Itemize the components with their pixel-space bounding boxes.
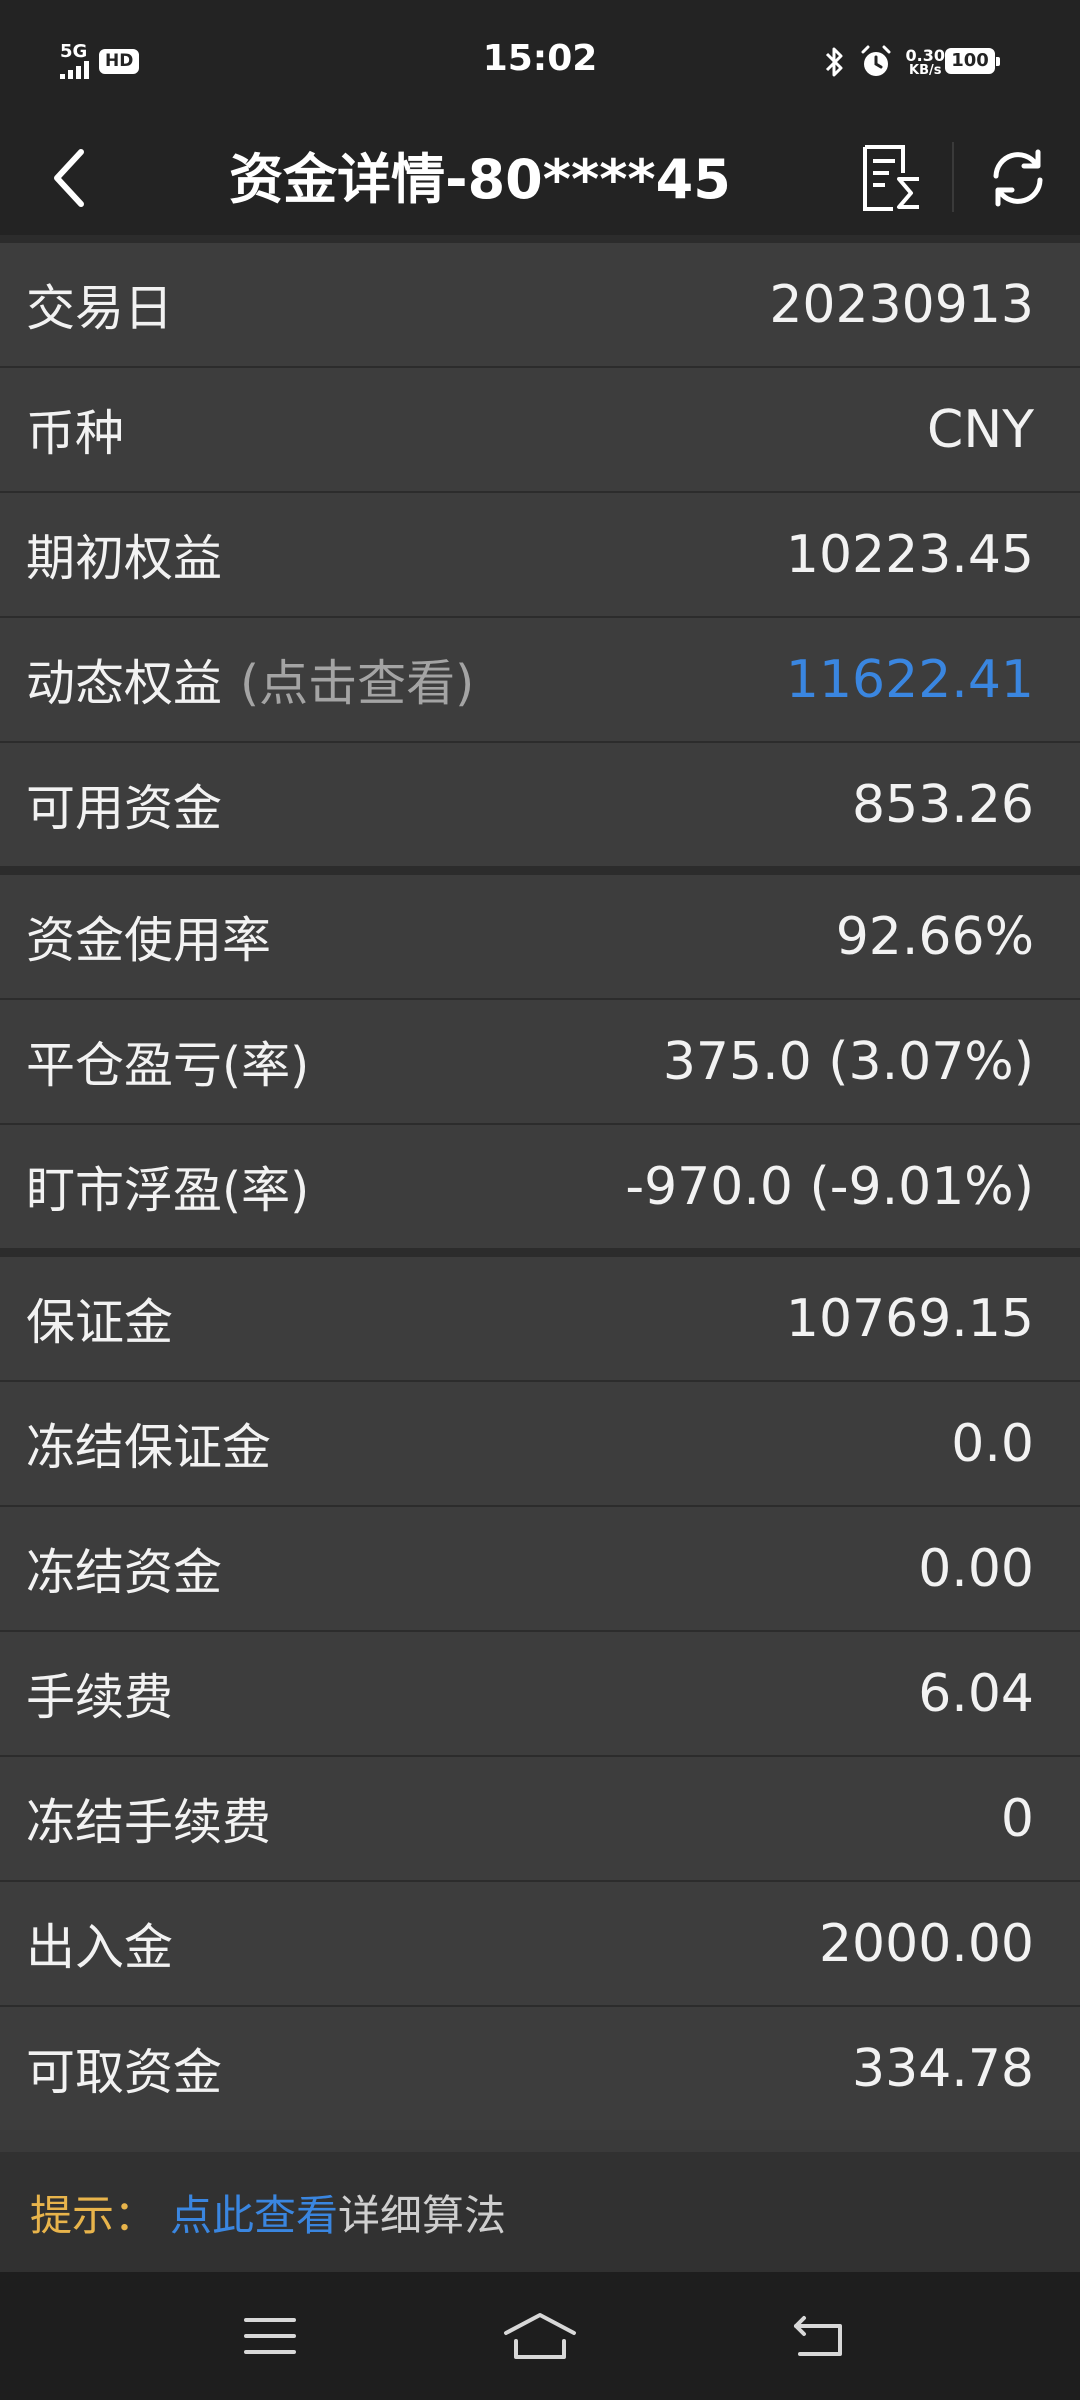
row-frozen-margin: 冻结保证金 0.0 bbox=[0, 1380, 1080, 1505]
row-frozen-commission: 冻结手续费 0 bbox=[0, 1755, 1080, 1880]
row-label: 手续费 bbox=[26, 1669, 174, 1726]
row-frozen-funds: 冻结资金 0.00 bbox=[0, 1505, 1080, 1630]
row-value: -970.0 (-9.01%) bbox=[625, 1156, 1034, 1217]
row-label: 资金使用率 bbox=[26, 912, 272, 969]
row-label: 盯市浮盈(率) bbox=[26, 1162, 310, 1219]
row-value: 375.0 (3.07%) bbox=[662, 1031, 1034, 1092]
speed-unit: KB/s bbox=[909, 62, 942, 78]
row-value: CNY bbox=[927, 399, 1034, 460]
row-label: 可取资金 bbox=[26, 2044, 223, 2101]
list-sum-icon bbox=[863, 144, 919, 211]
bluetooth-icon bbox=[825, 47, 843, 77]
row-label: 冻结资金 bbox=[26, 1544, 223, 1601]
battery-icon: 100 bbox=[945, 48, 1000, 74]
row-label: 保证金 bbox=[26, 1294, 174, 1351]
chevron-left-icon bbox=[54, 149, 84, 207]
click-to-view-hint[interactable]: (点击查看) bbox=[240, 644, 474, 715]
row-value: 0.0 bbox=[951, 1413, 1034, 1474]
row-value: 20230913 bbox=[769, 274, 1034, 335]
network-speed: 0.30 KB/s bbox=[905, 45, 945, 78]
row-value: 334.78 bbox=[852, 2038, 1034, 2099]
nav-home-button[interactable] bbox=[490, 2296, 590, 2376]
menu-icon bbox=[244, 2318, 296, 2354]
alarm-icon bbox=[861, 45, 891, 76]
row-label: 币种 bbox=[26, 405, 125, 462]
page-title: 资金详情-80****45 bbox=[229, 148, 731, 211]
dynamic-equity-label: 动态权益 bbox=[26, 655, 223, 712]
row-value: 6.04 bbox=[918, 1663, 1034, 1724]
return-icon bbox=[794, 2316, 842, 2356]
system-nav-bar bbox=[0, 2272, 1080, 2400]
status-bar: 5G HD 15:02 0.30 KB/s 100 bbox=[0, 0, 1080, 120]
row-margin: 保证金 10769.15 bbox=[0, 1248, 1080, 1380]
refresh-icon bbox=[993, 149, 1043, 207]
tip-bar: 提示： 点此查看 详细算法 bbox=[0, 2152, 1080, 2272]
row-label: 冻结手续费 bbox=[26, 1794, 272, 1851]
summary-button[interactable] bbox=[852, 135, 932, 220]
row-label: 出入金 bbox=[26, 1919, 174, 1976]
row-value: 0.00 bbox=[918, 1538, 1034, 1599]
row-withdrawable-funds: 可取资金 334.78 bbox=[0, 2005, 1080, 2130]
back-button[interactable] bbox=[30, 138, 110, 218]
nav-menu-button[interactable] bbox=[220, 2296, 320, 2376]
fund-detail-list: 交易日 20230913 币种 CNY 期初权益 10223.45 动态权益 (… bbox=[0, 235, 1080, 2130]
row-value: 92.66% bbox=[835, 906, 1034, 967]
row-trading-day: 交易日 20230913 bbox=[0, 235, 1080, 366]
speed-value: 0.30 bbox=[905, 45, 945, 65]
row-label: 交易日 bbox=[26, 280, 174, 337]
row-label: 动态权益 (点击查看) bbox=[26, 618, 474, 741]
app-root: 5G HD 15:02 0.30 KB/s 100 资金详情-80****45 … bbox=[0, 0, 1080, 2400]
row-value: 10223.45 bbox=[785, 524, 1034, 585]
toolbar-divider bbox=[952, 142, 954, 212]
row-fund-usage-rate: 资金使用率 92.66% bbox=[0, 866, 1080, 998]
row-currency: 币种 CNY bbox=[0, 366, 1080, 491]
row-commission: 手续费 6.04 bbox=[0, 1630, 1080, 1755]
nav-back-button[interactable] bbox=[770, 2296, 870, 2376]
home-icon bbox=[504, 2313, 576, 2359]
row-label: 平仓盈亏(率) bbox=[26, 1037, 310, 1094]
row-available-funds: 可用资金 853.26 bbox=[0, 741, 1080, 866]
refresh-button[interactable] bbox=[978, 138, 1058, 218]
row-value: 2000.00 bbox=[818, 1913, 1034, 1974]
row-label: 冻结保证金 bbox=[26, 1419, 272, 1476]
row-dynamic-equity[interactable]: 动态权益 (点击查看) 11622.41 bbox=[0, 616, 1080, 741]
row-label: 可用资金 bbox=[26, 780, 223, 837]
row-deposit-withdrawal: 出入金 2000.00 bbox=[0, 1880, 1080, 2005]
status-right: 0.30 KB/s bbox=[824, 40, 945, 84]
row-value: 10769.15 bbox=[785, 1288, 1034, 1349]
title-bar: 资金详情-80****45 bbox=[0, 120, 1080, 235]
tip-prefix: 提示： bbox=[30, 2190, 157, 2240]
row-value: 853.26 bbox=[852, 774, 1034, 835]
row-opening-equity: 期初权益 10223.45 bbox=[0, 491, 1080, 616]
row-label: 期初权益 bbox=[26, 530, 223, 587]
row-mark-to-market-pnl: 盯市浮盈(率) -970.0 (-9.01%) bbox=[0, 1123, 1080, 1248]
dynamic-equity-value[interactable]: 11622.41 bbox=[786, 618, 1034, 741]
view-algorithm-link[interactable]: 点此查看 bbox=[170, 2182, 338, 2243]
row-close-pnl: 平仓盈亏(率) 375.0 (3.07%) bbox=[0, 998, 1080, 1123]
row-value: 0 bbox=[1000, 1788, 1034, 1849]
tip-text: 详细算法 bbox=[338, 2190, 507, 2240]
